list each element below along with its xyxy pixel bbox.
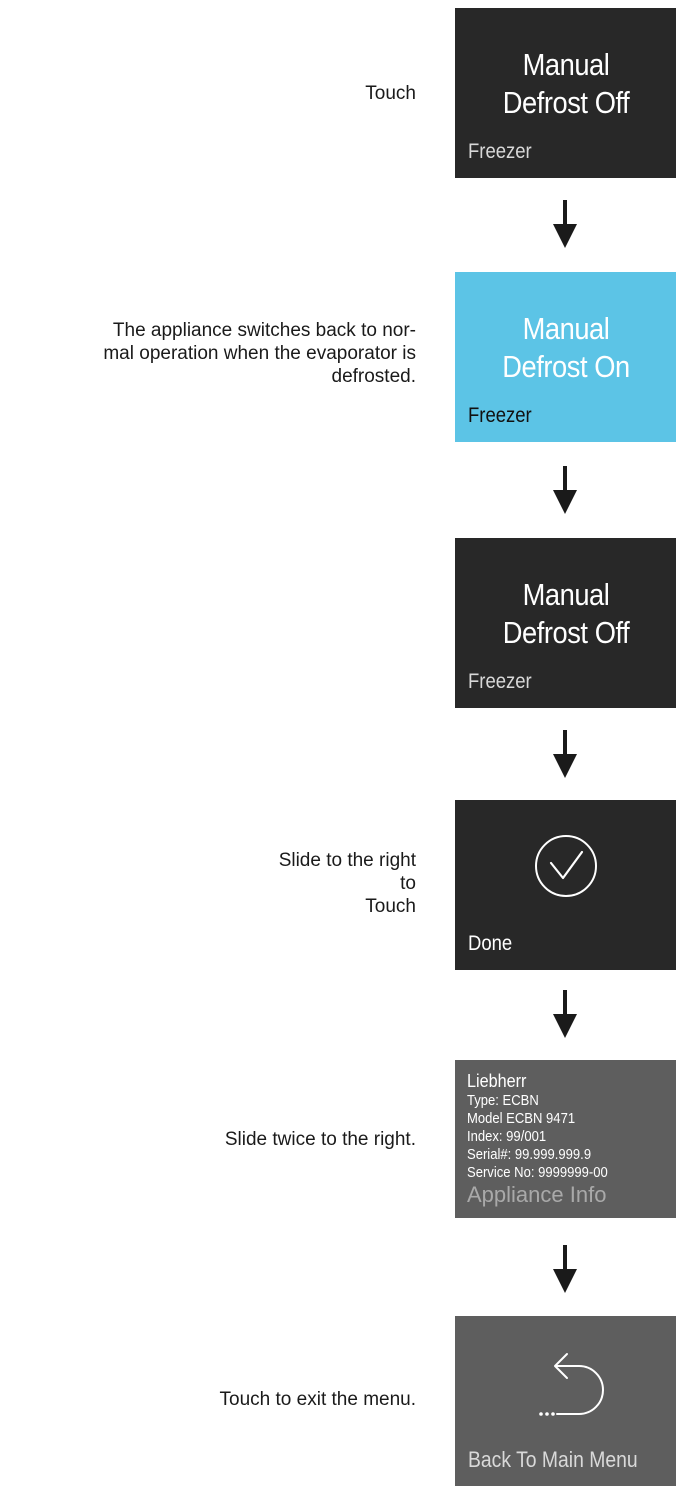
- step-5-instruction: Slide twice to the right.: [224, 1129, 416, 1150]
- down-arrow-icon: [553, 730, 577, 778]
- checkmark-circle-icon: [535, 835, 597, 897]
- back-to-main-menu-tile[interactable]: Back To Main Menu: [455, 1316, 676, 1486]
- tile-subtitle: Done: [468, 932, 513, 955]
- appliance-info-tile[interactable]: Liebherr Type: ECBN Model ECBN 9471 Inde…: [455, 1060, 676, 1218]
- tile-subtitle: Freezer: [468, 140, 532, 163]
- serial-line: Serial#: 99.999.999.9: [467, 1147, 592, 1163]
- service-line: Service No: 9999999-00: [467, 1165, 608, 1181]
- model-line: Model ECBN 9471: [467, 1111, 576, 1127]
- manual-defrost-off-tile[interactable]: Manual Defrost Off Freezer: [455, 8, 676, 178]
- step-2-instruction: The appliance switches back to nor- mal …: [103, 320, 416, 387]
- step-1-instruction: Touch: [365, 83, 416, 104]
- down-arrow-icon: [553, 1245, 577, 1293]
- tile-title: Manual Defrost On: [502, 311, 630, 384]
- brand-line: Liebherr: [467, 1071, 527, 1091]
- tile-subtitle: Freezer: [468, 404, 532, 427]
- appliance-info-list: Liebherr Type: ECBN Model ECBN 9471 Inde…: [467, 1070, 608, 1182]
- step-4-instruction: Slide to the right to Touch: [278, 850, 416, 917]
- done-tile[interactable]: Done: [455, 800, 676, 970]
- down-arrow-icon: [553, 990, 577, 1038]
- down-arrow-icon: [553, 466, 577, 514]
- tile-title: Manual Defrost Off: [502, 47, 630, 120]
- tile-subtitle: Back To Main Menu: [468, 1447, 638, 1472]
- index-line: Index: 99/001: [467, 1129, 547, 1145]
- step-6-instruction: Touch to exit the menu.: [219, 1389, 416, 1410]
- tile-caption: Appliance Info: [467, 1182, 607, 1207]
- type-line: Type: ECBN: [467, 1093, 539, 1109]
- down-arrow-icon: [553, 200, 577, 248]
- manual-defrost-off-tile[interactable]: Manual Defrost Off Freezer: [455, 538, 676, 708]
- manual-defrost-on-tile[interactable]: Manual Defrost On Freezer: [455, 272, 676, 442]
- tile-subtitle: Freezer: [468, 670, 532, 693]
- tile-title: Manual Defrost Off: [502, 577, 630, 650]
- back-arrow-icon: [539, 1353, 604, 1416]
